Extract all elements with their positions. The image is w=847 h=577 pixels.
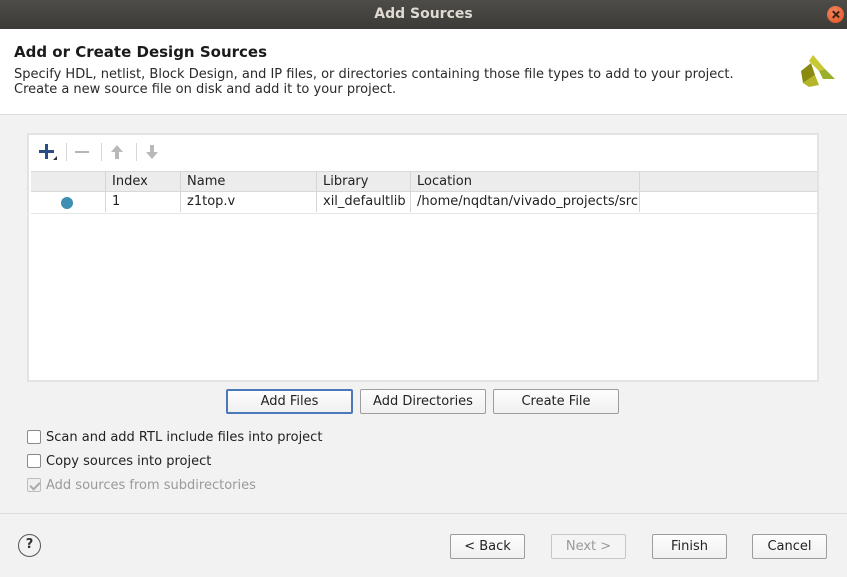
sources-toolbar: [29, 135, 817, 171]
copy-sources-checkbox[interactable]: [27, 454, 41, 468]
sources-table: Index Name Library Location 1 z1top.v xi…: [31, 171, 817, 214]
subdirectories-label: Add sources from subdirectories: [46, 477, 256, 493]
name-cell: z1top.v: [181, 192, 317, 212]
sources-panel: Index Name Library Location 1 z1top.v xi…: [27, 133, 819, 382]
arrow-up-icon: [111, 145, 123, 159]
toolbar-separator: [66, 143, 67, 161]
page-title: Add or Create Design Sources: [14, 43, 268, 61]
subdirectories-checkbox: [27, 478, 41, 492]
add-directories-button[interactable]: Add Directories: [360, 389, 486, 414]
finish-button[interactable]: Finish: [652, 534, 727, 559]
wizard-header: Add or Create Design Sources Specify HDL…: [0, 29, 847, 115]
remove-source-button[interactable]: [70, 141, 94, 163]
minus-icon: [75, 151, 89, 153]
location-cell: /home/nqdtan/vivado_projects/src: [411, 192, 640, 212]
scan-rtl-option[interactable]: Scan and add RTL include files into proj…: [27, 428, 322, 446]
column-header-name[interactable]: Name: [181, 172, 317, 192]
back-button[interactable]: < Back: [450, 534, 525, 559]
next-button: Next >: [551, 534, 626, 559]
window-title: Add Sources: [374, 6, 473, 22]
add-source-button[interactable]: [35, 141, 59, 163]
table-row[interactable]: 1 z1top.v xil_defaultlib /home/nqdtan/vi…: [31, 192, 817, 214]
move-down-button[interactable]: [140, 141, 164, 163]
plus-icon: [39, 144, 57, 160]
arrow-down-icon: [146, 145, 158, 159]
table-header-row: Index Name Library Location: [31, 171, 817, 192]
page-description: Specify HDL, netlist, Block Design, and …: [14, 67, 734, 97]
column-header-location[interactable]: Location: [411, 172, 640, 192]
add-files-button[interactable]: Add Files: [226, 389, 353, 414]
copy-sources-label: Copy sources into project: [46, 453, 212, 469]
column-header-status: [31, 172, 106, 192]
help-icon[interactable]: ?: [18, 534, 41, 557]
toolbar-separator: [136, 143, 137, 161]
copy-sources-option[interactable]: Copy sources into project: [27, 452, 211, 470]
footer-divider: [0, 513, 847, 514]
cancel-button[interactable]: Cancel: [752, 534, 827, 559]
vivado-logo-icon: [801, 55, 835, 87]
scan-rtl-label: Scan and add RTL include files into proj…: [46, 429, 323, 445]
column-header-library[interactable]: Library: [317, 172, 411, 192]
toolbar-separator: [101, 143, 102, 161]
scan-rtl-checkbox[interactable]: [27, 430, 41, 444]
move-up-button[interactable]: [105, 141, 129, 163]
library-cell[interactable]: xil_defaultlib: [317, 192, 411, 212]
close-icon[interactable]: [827, 6, 844, 23]
column-header-index[interactable]: Index: [106, 172, 181, 192]
subdirectories-option: Add sources from subdirectories: [27, 476, 256, 494]
title-bar: Add Sources: [0, 0, 847, 29]
create-file-button[interactable]: Create File: [493, 389, 619, 414]
status-dot-icon: [61, 197, 73, 209]
index-cell: 1: [106, 192, 181, 212]
status-cell: [31, 192, 106, 212]
table-body: 1 z1top.v xil_defaultlib /home/nqdtan/vi…: [31, 192, 817, 214]
